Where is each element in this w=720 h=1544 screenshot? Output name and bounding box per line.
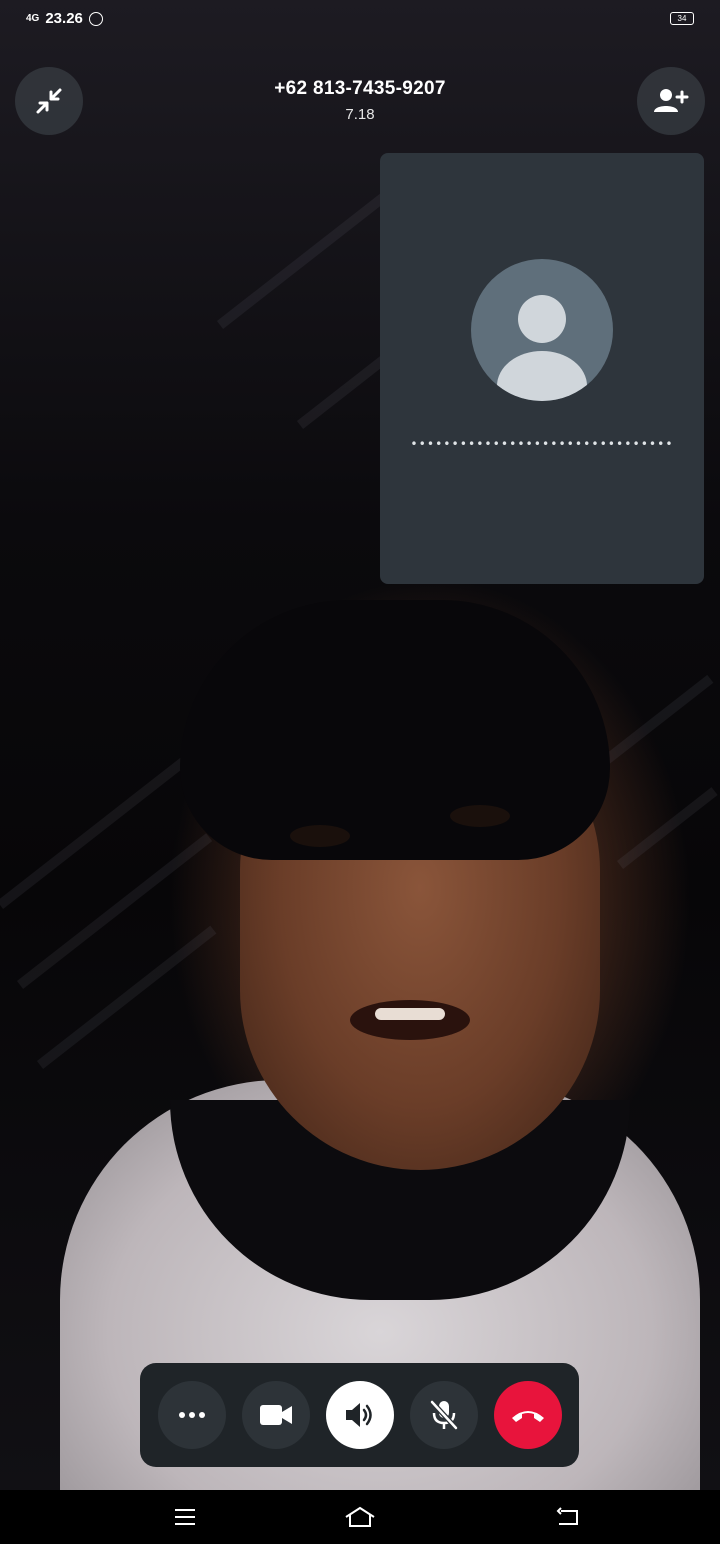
speaker-button[interactable] [326,1381,394,1449]
video-button[interactable] [242,1381,310,1449]
back-icon [556,1507,578,1525]
back-button[interactable] [548,1502,588,1532]
call-header: +62 813-7435-9207 7.18 [0,78,720,123]
more-options-button[interactable] [158,1381,226,1449]
speaker-icon [346,1403,372,1427]
avatar [471,259,613,401]
end-call-button[interactable] [494,1381,562,1449]
add-participant-button[interactable] [637,67,705,135]
video-camera-icon [260,1405,292,1425]
mic-off-icon [430,1400,458,1430]
battery-indicator: 34 [670,12,694,25]
home-icon [345,1506,375,1527]
mute-button[interactable] [410,1381,478,1449]
remote-participant-tile[interactable]: •••••••••••••••••••••••••••••••• [380,153,704,584]
add-person-icon [654,89,689,112]
caller-number: +62 813-7435-9207 [274,78,446,99]
network-indicator: 4G [26,12,40,24]
call-duration: 7.18 [345,106,375,123]
menu-button[interactable] [165,1502,205,1532]
end-call-icon [512,1411,544,1422]
home-button[interactable] [340,1502,380,1532]
menu-icon [175,1509,195,1525]
whatsapp-icon [88,11,103,26]
more-horizontal-icon [179,1412,205,1418]
status-time: 23.26 [45,10,83,27]
call-controls [140,1363,579,1467]
system-nav-bar [0,1490,720,1544]
connecting-status: •••••••••••••••••••••••••••••••• [410,437,674,451]
status-bar: 4G 23.26 34 [0,0,720,36]
